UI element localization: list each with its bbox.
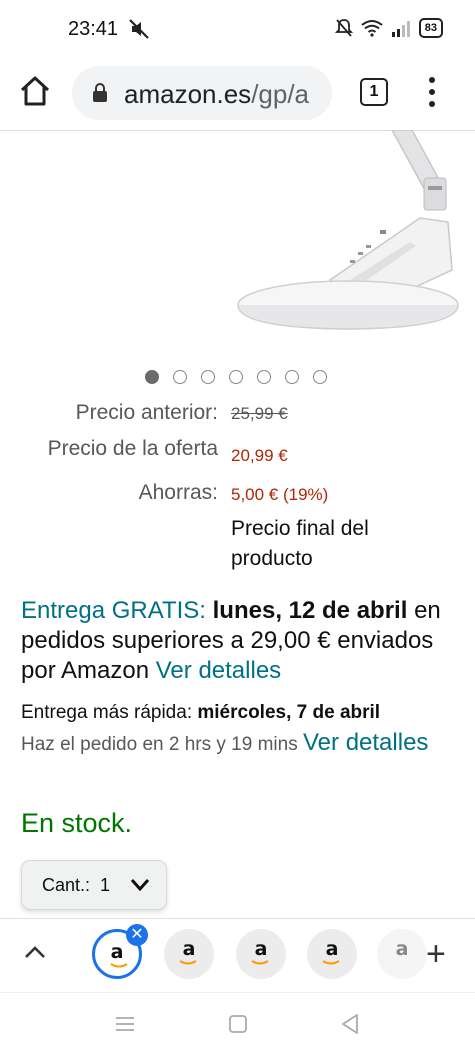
battery-indicator: 83 xyxy=(418,18,443,38)
amazon-logo: a xyxy=(182,938,196,960)
browser-toolbar: amazon.es/gp/a 1 xyxy=(0,60,475,131)
more-options-icon[interactable] xyxy=(428,76,436,108)
amazon-smile-icon xyxy=(251,960,269,965)
order-within-text: Haz el pedido en 2 hrs y 19 mins xyxy=(21,734,298,755)
carousel-dot[interactable] xyxy=(313,370,327,384)
fast-delivery-date: miércoles, 7 de abril xyxy=(197,702,381,723)
previous-price-value: 25,99 € xyxy=(231,404,288,423)
close-tab-icon[interactable]: ✕ xyxy=(126,924,148,946)
image-carousel-dots xyxy=(145,370,327,384)
savings-value: 5,00 € (19%) xyxy=(231,485,329,504)
new-tab-icon[interactable]: + xyxy=(426,937,446,971)
carousel-dot[interactable] xyxy=(145,370,159,384)
carousel-dot[interactable] xyxy=(257,370,271,384)
tab-strip: a ✕ a a a a + xyxy=(0,918,475,993)
mute-icon xyxy=(129,19,149,39)
offer-price-label: Precio de la oferta xyxy=(47,437,218,460)
delivery-details-link[interactable]: Ver detalles xyxy=(156,657,281,684)
previous-price-label: Precio anterior: xyxy=(75,401,218,424)
amazon-logo: a xyxy=(325,938,339,960)
tab-amazon[interactable]: a xyxy=(377,929,427,979)
back-nav-icon[interactable] xyxy=(337,1011,363,1037)
savings-label: Ahorras: xyxy=(138,481,218,504)
amazon-smile-icon xyxy=(110,963,128,968)
wifi-icon xyxy=(361,20,383,37)
fast-delivery-info: Entrega más rápida: miércoles, 7 de abri… xyxy=(21,698,461,760)
address-bar[interactable]: amazon.es/gp/a xyxy=(72,66,332,120)
quantity-select[interactable]: Cant.: 1 xyxy=(21,860,167,910)
tab-amazon[interactable]: a xyxy=(236,929,286,979)
carousel-dot[interactable] xyxy=(285,370,299,384)
quantity-label: Cant.: 1 xyxy=(42,875,111,895)
tab-amazon[interactable]: a xyxy=(307,929,357,979)
carousel-dot[interactable] xyxy=(229,370,243,384)
fast-delivery-label: Entrega más rápida: xyxy=(21,702,193,723)
url-text: amazon.es/gp/a xyxy=(124,79,309,110)
recent-apps-icon[interactable] xyxy=(112,1011,138,1037)
chevron-down-icon xyxy=(130,879,150,892)
signal-icon xyxy=(391,21,410,37)
amazon-logo: a xyxy=(254,938,268,960)
tab-amazon[interactable]: a xyxy=(164,929,214,979)
fast-delivery-details-link[interactable]: Ver detalles xyxy=(303,729,428,756)
final-price-note: Precio final del producto xyxy=(231,517,369,570)
system-navigation-bar xyxy=(0,992,475,1057)
carousel-dot[interactable] xyxy=(173,370,187,384)
tab-switcher-button[interactable]: 1 xyxy=(360,78,388,106)
product-image[interactable] xyxy=(180,130,475,350)
amazon-smile-icon xyxy=(179,960,197,965)
offer-price-value: 20,99 € xyxy=(231,446,288,465)
free-delivery-info: Entrega GRATIS: lunes, 12 de abril en pe… xyxy=(21,596,461,686)
lock-icon xyxy=(93,83,107,102)
amazon-smile-icon xyxy=(322,960,340,965)
stock-status: En stock. xyxy=(21,808,133,838)
carousel-dot[interactable] xyxy=(201,370,215,384)
home-nav-icon[interactable] xyxy=(225,1011,251,1037)
url-path: /gp/a xyxy=(251,79,310,109)
status-bar: 23:41 83 xyxy=(0,0,475,60)
free-delivery-date: lunes, 12 de abril xyxy=(212,597,408,624)
amazon-logo: a xyxy=(395,938,409,960)
status-time: 23:41 xyxy=(68,18,119,40)
home-icon[interactable] xyxy=(18,74,52,108)
notification-off-icon xyxy=(334,19,353,37)
chevron-up-icon[interactable] xyxy=(24,945,46,959)
quantity-value: 1 xyxy=(100,875,111,895)
url-domain: amazon.es xyxy=(124,79,252,109)
free-delivery-label: Entrega GRATIS: xyxy=(21,597,206,624)
status-icons: 83 xyxy=(334,18,443,38)
